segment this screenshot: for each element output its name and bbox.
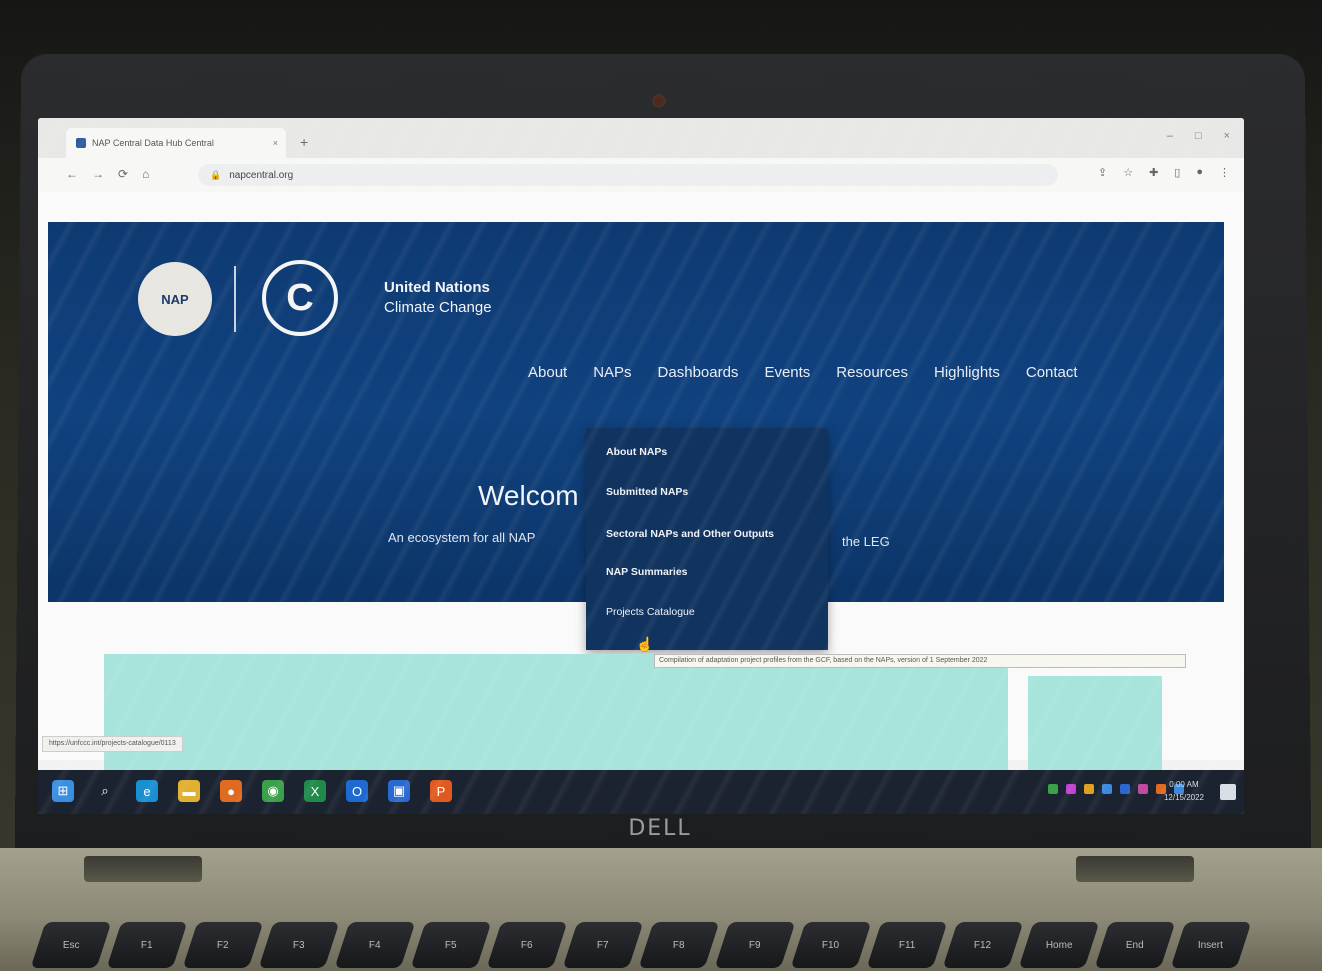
edge-icon[interactable]: e: [136, 780, 158, 802]
menu-item-nap-summaries[interactable]: NAP Summaries: [606, 566, 688, 578]
windows-start-icon[interactable]: ⊞: [52, 780, 74, 802]
keyboard-key: End: [1095, 922, 1176, 968]
file-explorer-icon[interactable]: ▬: [178, 780, 200, 802]
keyboard-key: F4: [335, 922, 416, 968]
keyboard-key: Esc: [31, 922, 112, 968]
nav-contact[interactable]: Contact: [1026, 364, 1078, 381]
content-panel-left: [104, 654, 1008, 774]
tab-close-icon[interactable]: ×: [273, 138, 278, 148]
clock-time: 0:00 AM: [1164, 778, 1204, 791]
window-controls: – □ ×: [1167, 130, 1230, 142]
hinge-left: [84, 856, 202, 882]
url-text: napcentral.org: [229, 170, 293, 181]
back-icon[interactable]: ←: [66, 167, 78, 181]
windows-taskbar: ⊞ ⌕ e ▬ ● ◉ X O ▣ P 0:00 AM 12/15/2022: [38, 770, 1244, 814]
tray-icon[interactable]: [1066, 784, 1076, 794]
menu-icon[interactable]: ⋮: [1219, 166, 1230, 179]
taskbar-apps: ⊞ ⌕ e ▬ ● ◉ X O ▣ P: [52, 780, 452, 802]
dell-logo: DELL: [600, 816, 720, 841]
tray-icon[interactable]: [1120, 784, 1130, 794]
url-input[interactable]: 🔒 napcentral.org: [198, 164, 1058, 186]
keyboard-key: F12: [943, 922, 1024, 968]
close-window-button[interactable]: ×: [1224, 130, 1230, 142]
tray-icon[interactable]: [1102, 784, 1112, 794]
menu-item-projects-catalogue[interactable]: Projects Catalogue: [606, 606, 695, 618]
sidepanel-icon[interactable]: ▯: [1174, 166, 1180, 179]
chrome-icon[interactable]: ◉: [262, 780, 284, 802]
content-panel-right: [1028, 676, 1162, 776]
status-bar-url: https://unfccc.int/projects-catalogue/01…: [42, 736, 183, 752]
logo-divider: [234, 266, 236, 332]
hand-cursor-icon: ☝: [636, 636, 648, 652]
nap-logo[interactable]: NAP: [138, 262, 212, 336]
website: NAP C United Nations Climate Change Abou…: [38, 192, 1244, 760]
org-name-line1: United Nations: [384, 278, 492, 298]
org-name: United Nations Climate Change: [384, 278, 492, 318]
tab-title: NAP Central Data Hub Central: [92, 138, 273, 148]
naps-dropdown-menu: About NAPs Submitted NAPs Sectoral NAPs …: [586, 428, 828, 650]
powerpoint-icon[interactable]: P: [430, 780, 452, 802]
laptop-screen: NAP Central Data Hub Central × + – □ × ←…: [38, 118, 1244, 814]
outlook-icon[interactable]: O: [346, 780, 368, 802]
nav-about[interactable]: About: [528, 364, 567, 381]
hero-title: Welcom: [478, 480, 579, 512]
nav-dashboards[interactable]: Dashboards: [658, 364, 739, 381]
nav-buttons: ← → ⟳ ⌂: [66, 167, 149, 181]
main-nav: About NAPs Dashboards Events Resources H…: [528, 364, 1078, 381]
tray-icon[interactable]: [1084, 784, 1094, 794]
teams-icon[interactable]: ▣: [388, 780, 410, 802]
menu-item-submitted-naps[interactable]: Submitted NAPs: [606, 486, 688, 498]
new-tab-button[interactable]: +: [300, 134, 308, 150]
org-name-line2: Climate Change: [384, 298, 492, 318]
home-icon[interactable]: ⌂: [142, 167, 149, 181]
notification-icon[interactable]: [1220, 784, 1236, 800]
nav-naps[interactable]: NAPs: [593, 364, 631, 381]
menu-item-sectoral-naps[interactable]: Sectoral NAPs and Other Outputs: [606, 528, 774, 540]
keyboard-key: F11: [867, 922, 948, 968]
minimize-button[interactable]: –: [1167, 130, 1173, 142]
keyboard-key: F10: [791, 922, 872, 968]
un-climate-emblem-icon[interactable]: C: [262, 260, 338, 336]
hero-subtitle-right: the LEG: [842, 534, 890, 549]
keyboard-key: F7: [563, 922, 644, 968]
hero-subtitle-left: An ecosystem for all NAP: [388, 530, 535, 545]
keyboard-key: Home: [1019, 922, 1100, 968]
keyboard-key: F1: [107, 922, 188, 968]
favicon-icon: [76, 138, 86, 148]
excel-icon[interactable]: X: [304, 780, 326, 802]
keyboard-key: F8: [639, 922, 720, 968]
keyboard-function-row: Esc F1 F2 F3 F4 F5 F6 F7 F8 F9 F10 F11 F12 Home End Ins…: [38, 922, 1244, 968]
keyboard-key: F5: [411, 922, 492, 968]
reload-icon[interactable]: ⟳: [118, 167, 128, 181]
keyboard-key: Insert: [1171, 922, 1252, 968]
keyboard-key: F9: [715, 922, 796, 968]
nav-highlights[interactable]: Highlights: [934, 364, 1000, 381]
firefox-icon[interactable]: ●: [220, 780, 242, 802]
lock-icon: 🔒: [210, 170, 221, 181]
maximize-button[interactable]: □: [1195, 130, 1202, 142]
profile-icon[interactable]: ●: [1196, 166, 1203, 179]
tray-icon[interactable]: [1138, 784, 1148, 794]
tray-icon[interactable]: [1048, 784, 1058, 794]
address-bar: ← → ⟳ ⌂ 🔒 napcentral.org ⇪ ☆ ✚ ▯ ● ⋮: [38, 158, 1244, 193]
nav-events[interactable]: Events: [764, 364, 810, 381]
nav-resources[interactable]: Resources: [836, 364, 908, 381]
share-icon[interactable]: ⇪: [1098, 166, 1107, 179]
browser-tabbar: NAP Central Data Hub Central × + – □ ×: [38, 118, 1244, 158]
projects-catalogue-tooltip: Compilation of adaptation project profil…: [654, 654, 1186, 668]
search-icon[interactable]: ⌕: [94, 780, 116, 802]
webcam: [654, 96, 664, 106]
clock-date: 12/15/2022: [1164, 791, 1204, 804]
forward-icon[interactable]: →: [92, 167, 104, 181]
keyboard-key: F2: [183, 922, 264, 968]
browser-toolbar-icons: ⇪ ☆ ✚ ▯ ● ⋮: [1098, 166, 1230, 179]
keyboard-key: F6: [487, 922, 568, 968]
hinge-right: [1076, 856, 1194, 882]
taskbar-clock[interactable]: 0:00 AM 12/15/2022: [1164, 778, 1204, 804]
extensions-icon[interactable]: ✚: [1149, 166, 1158, 179]
star-icon[interactable]: ☆: [1123, 166, 1133, 179]
browser-tab[interactable]: NAP Central Data Hub Central ×: [66, 128, 286, 158]
keyboard-key: F3: [259, 922, 340, 968]
menu-item-about-naps[interactable]: About NAPs: [606, 446, 667, 458]
